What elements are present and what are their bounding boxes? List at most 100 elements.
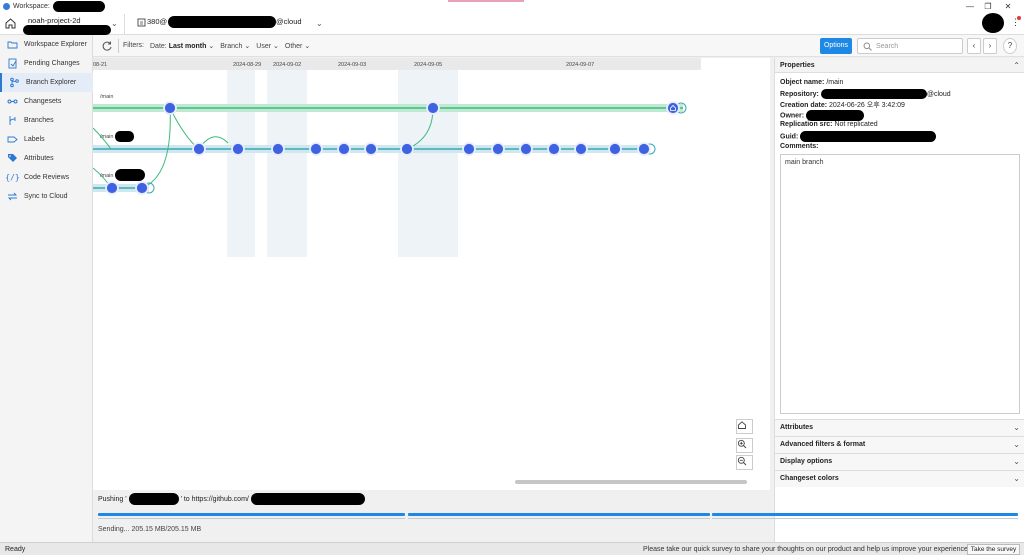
section-changeset-colors[interactable]: Changeset colors ⌄ bbox=[775, 470, 1024, 487]
other-filter[interactable]: Other ⌄ bbox=[285, 42, 310, 50]
chevron-down-icon: ⌄ bbox=[304, 43, 311, 50]
date-filter[interactable]: Date: Last month ⌄ bbox=[150, 42, 214, 50]
date-header-label: 2024-08-29 bbox=[233, 62, 261, 68]
comments-field[interactable]: main branch bbox=[780, 154, 1020, 414]
minimize-button[interactable]: — bbox=[960, 0, 980, 13]
branch-explorer-graph[interactable]: 08-21 2024-08-29 2024-09-02 2024-09-03 2024-… bbox=[93, 58, 770, 490]
filters-bar: Filters: Date: Last month ⌄ Branch ⌄ Use… bbox=[123, 42, 310, 50]
date-filter-label: Date: bbox=[150, 43, 167, 50]
branch-filter-label: Branch bbox=[220, 43, 243, 50]
changeset-node[interactable] bbox=[192, 142, 206, 156]
repo-suffix: @cloud bbox=[276, 17, 302, 26]
options-button[interactable]: Options bbox=[820, 38, 852, 54]
section-attributes[interactable]: Attributes ⌄ bbox=[775, 419, 1024, 436]
changeset-node[interactable] bbox=[231, 142, 245, 156]
horizontal-scrollbar[interactable] bbox=[515, 480, 747, 484]
sidebar-item-label: Branch Explorer bbox=[26, 79, 77, 86]
changeset-node[interactable] bbox=[163, 101, 177, 115]
search-input[interactable]: Search bbox=[857, 38, 963, 54]
changeset-node[interactable] bbox=[462, 142, 476, 156]
zoom-in-icon bbox=[737, 439, 747, 449]
redacted-branch bbox=[128, 493, 179, 505]
zoom-home-button[interactable] bbox=[736, 419, 753, 434]
zoom-out-button[interactable] bbox=[736, 455, 753, 470]
home-button[interactable] bbox=[3, 16, 18, 31]
changeset-node[interactable] bbox=[337, 142, 351, 156]
sidebar-item-label: Pending Changes bbox=[24, 60, 80, 67]
title-accent-bar bbox=[448, 0, 524, 2]
section-label: Attributes bbox=[780, 424, 814, 431]
day-column-highlight bbox=[227, 70, 255, 257]
chevron-up-icon[interactable]: ⌃ bbox=[1013, 61, 1020, 70]
sidebar: Workspace Explorer Pending Changes Branc… bbox=[0, 35, 93, 542]
changeset-node-head[interactable] bbox=[666, 101, 680, 115]
branch-explorer-icon bbox=[9, 77, 20, 88]
attributes-icon bbox=[7, 153, 18, 164]
branch-filter[interactable]: Branch ⌄ bbox=[220, 42, 250, 50]
changesets-icon bbox=[7, 96, 18, 107]
prop-creation-date: Creation date: 2024-06-26 오후 3:42:09 bbox=[780, 100, 905, 110]
properties-header[interactable]: Properties ⌃ bbox=[775, 58, 1024, 73]
push-sending-status: Sending... 205.15 MB/205.15 MB bbox=[98, 526, 202, 533]
search-icon bbox=[863, 42, 872, 51]
changeset-node[interactable] bbox=[637, 142, 651, 156]
status-text: Ready bbox=[5, 546, 26, 553]
branch-graph-canvas[interactable]: 08-21 2024-08-29 2024-09-02 2024-09-03 2024-… bbox=[93, 58, 770, 490]
changeset-node[interactable] bbox=[135, 181, 149, 195]
section-display-options[interactable]: Display options ⌄ bbox=[775, 453, 1024, 470]
redacted-branch-name bbox=[115, 169, 145, 181]
section-label: Advanced filters & format bbox=[780, 441, 866, 448]
changeset-node[interactable] bbox=[574, 142, 588, 156]
avatar[interactable] bbox=[982, 13, 1004, 33]
prop-value: 2024-06-26 오후 3:42:09 bbox=[829, 102, 905, 109]
prop-label: Object name: bbox=[780, 79, 825, 86]
changeset-node[interactable] bbox=[364, 142, 378, 156]
progress-track bbox=[712, 518, 1018, 519]
search-previous-button[interactable]: ‹ bbox=[967, 38, 981, 54]
help-button[interactable]: ? bbox=[1003, 38, 1017, 54]
refresh-button[interactable] bbox=[101, 40, 113, 52]
refresh-icon bbox=[102, 41, 112, 51]
toolbar-separator bbox=[118, 39, 119, 53]
sidebar-item-workspace-explorer[interactable]: Workspace Explorer bbox=[0, 35, 93, 54]
prop-label: Replication src: bbox=[780, 121, 833, 128]
changeset-node[interactable] bbox=[426, 101, 440, 115]
sidebar-item-code-reviews[interactable]: {/} Code Reviews bbox=[0, 168, 93, 187]
push-target: ' to https://github.com/ bbox=[180, 495, 249, 503]
sidebar-item-label: Workspace Explorer bbox=[24, 41, 87, 48]
sidebar-item-label: Attributes bbox=[24, 155, 54, 162]
changeset-node[interactable] bbox=[491, 142, 505, 156]
changeset-node[interactable] bbox=[519, 142, 533, 156]
user-filter[interactable]: User ⌄ bbox=[256, 42, 279, 50]
changeset-node[interactable] bbox=[547, 142, 561, 156]
changeset-node[interactable] bbox=[608, 142, 622, 156]
changeset-node[interactable] bbox=[105, 181, 119, 195]
redacted-repository bbox=[820, 89, 927, 99]
repository-selector[interactable]: 380@ @cloud ⌄ bbox=[132, 14, 332, 34]
sidebar-item-branch-explorer[interactable]: Branch Explorer bbox=[0, 73, 93, 92]
sidebar-item-branches[interactable]: Branches bbox=[0, 111, 93, 130]
close-button[interactable]: ✕ bbox=[998, 0, 1018, 13]
push-prefix: Pushing ' bbox=[98, 495, 127, 503]
workspace-selector[interactable]: noah-project-2d ⌄ bbox=[21, 14, 125, 35]
sidebar-item-pending-changes[interactable]: Pending Changes bbox=[0, 54, 93, 73]
filters-label: Filters: bbox=[123, 42, 144, 49]
chevron-down-icon: ⌄ bbox=[1013, 423, 1020, 432]
redacted-remote-url bbox=[250, 493, 365, 505]
section-advanced-filters[interactable]: Advanced filters & format ⌄ bbox=[775, 436, 1024, 453]
zoom-in-button[interactable] bbox=[736, 438, 753, 453]
sidebar-item-labels[interactable]: Labels bbox=[0, 130, 93, 149]
changeset-node[interactable] bbox=[400, 142, 414, 156]
sidebar-item-sync-to-cloud[interactable]: Sync to Cloud bbox=[0, 187, 93, 206]
sidebar-item-attributes[interactable]: Attributes bbox=[0, 149, 93, 168]
day-column-highlight bbox=[267, 70, 307, 257]
sidebar-item-changesets[interactable]: Changesets bbox=[0, 92, 93, 111]
chevron-down-icon: ⌄ bbox=[111, 19, 118, 28]
window-title: Workspace: bbox=[13, 3, 50, 10]
redacted-workspace-name bbox=[52, 1, 105, 12]
search-next-button[interactable]: › bbox=[983, 38, 997, 54]
changeset-node[interactable] bbox=[309, 142, 323, 156]
changeset-node[interactable] bbox=[271, 142, 285, 156]
take-survey-button[interactable]: Take the survey bbox=[967, 544, 1020, 555]
maximize-button[interactable]: ❐ bbox=[978, 0, 998, 13]
